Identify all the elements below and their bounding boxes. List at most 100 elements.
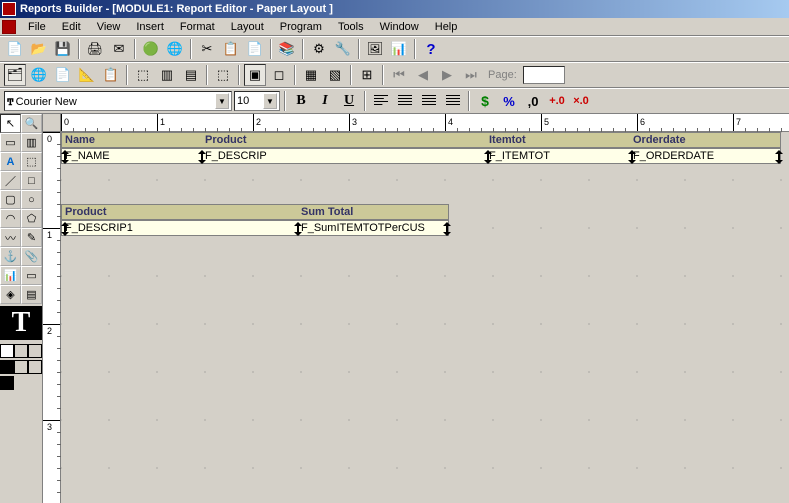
menu-layout[interactable]: Layout	[223, 19, 272, 35]
prev-page-button[interactable]: ◀	[412, 64, 434, 86]
new-button[interactable]: 📄	[4, 38, 26, 60]
paperdesign-view-button[interactable]: 📐	[76, 64, 98, 86]
fill-color-swatch[interactable]	[0, 344, 14, 358]
frame-group2[interactable]: Product Sum Total F_DESCRIP1 F_SumITEMTO…	[61, 204, 449, 236]
first-page-button[interactable]: ⏮	[388, 64, 410, 86]
confine-on-button[interactable]: ▣	[244, 64, 266, 86]
swatch[interactable]	[28, 360, 42, 374]
mail-button[interactable]: ✉	[108, 38, 130, 60]
polygon-tool[interactable]: ⬠	[21, 209, 42, 228]
wizard-button[interactable]: ⚙	[308, 38, 330, 60]
datamodel-view-button[interactable]: 🗂	[4, 64, 26, 86]
polyline-tool[interactable]: 〰	[0, 228, 21, 247]
weblayout-view-button[interactable]: 🌐	[28, 64, 50, 86]
field-descrip[interactable]: F_DESCRIP	[202, 149, 486, 163]
align-justify-button[interactable]	[442, 90, 464, 112]
font-family-combo[interactable]: ͳCourier New ▼	[4, 91, 232, 111]
ole-tool[interactable]: ◈	[0, 285, 21, 304]
chevron-down-icon[interactable]: ▼	[263, 93, 277, 109]
arc-tool[interactable]: ◠	[0, 209, 21, 228]
graph-tool[interactable]: 📊	[0, 266, 21, 285]
flex-off-button[interactable]: ⬚	[212, 64, 234, 86]
repeating-frame-tool[interactable]: ▥	[21, 133, 42, 152]
library-button[interactable]: 📚	[276, 38, 298, 60]
menu-tools[interactable]: Tools	[330, 19, 372, 35]
paperlayout-view-button[interactable]: 📄	[52, 64, 74, 86]
open-button[interactable]: 📂	[28, 38, 50, 60]
save-button[interactable]: 💾	[52, 38, 74, 60]
column-header-itemtot[interactable]: Itemtot	[486, 133, 630, 147]
field-itemtot[interactable]: F_ITEMTOT	[486, 149, 630, 163]
field-name[interactable]: F_NAME	[62, 149, 202, 163]
menu-insert[interactable]: Insert	[128, 19, 172, 35]
thousands-button[interactable]: ,0	[522, 90, 544, 112]
line-tool[interactable]: ／	[0, 171, 21, 190]
menu-view[interactable]: View	[89, 19, 129, 35]
column-header-product[interactable]: Product	[202, 133, 486, 147]
frame-tool[interactable]: ▭	[0, 133, 21, 152]
column-header-name[interactable]: Name	[62, 133, 202, 147]
help-button[interactable]: ?	[420, 38, 442, 60]
insert-chart-button[interactable]: 📊	[388, 38, 410, 60]
menu-program[interactable]: Program	[272, 19, 330, 35]
report-block-tool[interactable]: ▤	[21, 285, 42, 304]
menu-format[interactable]: Format	[172, 19, 223, 35]
field-tool[interactable]: ⬚	[21, 152, 42, 171]
underline-button[interactable]: U	[338, 90, 360, 112]
field-orderdate[interactable]: F_ORDERDATE	[630, 149, 780, 163]
align-center-button[interactable]	[394, 90, 416, 112]
header-section-button[interactable]: ⬚	[132, 64, 154, 86]
text-color-indicator[interactable]: T	[0, 306, 42, 340]
text-color-swatch[interactable]	[0, 376, 14, 390]
link-file-tool[interactable]: 📎	[21, 247, 42, 266]
add-decimal-button[interactable]: +.0	[546, 90, 568, 112]
field-sumitemtot[interactable]: F_SumITEMTOTPerCUS	[298, 221, 448, 235]
frame-group1[interactable]: Name Product Itemtot Orderdate F_NAME F_…	[61, 132, 781, 164]
menu-file[interactable]: File	[20, 19, 54, 35]
anchor-tool[interactable]: ⚓	[0, 247, 21, 266]
remove-decimal-button[interactable]: ×.0	[570, 90, 592, 112]
builder-button[interactable]: 🔧	[332, 38, 354, 60]
no-line-swatch[interactable]	[28, 344, 42, 358]
field-descrip1[interactable]: F_DESCRIP1	[62, 221, 298, 235]
text-tool[interactable]: A	[0, 152, 21, 171]
chevron-down-icon[interactable]: ▼	[215, 93, 229, 109]
no-fill-swatch[interactable]	[14, 344, 28, 358]
bold-button[interactable]: B	[290, 90, 312, 112]
additional-layout-button[interactable]: ⊞	[356, 64, 378, 86]
align-right-button[interactable]	[418, 90, 440, 112]
column-header-sumtotal[interactable]: Sum Total	[298, 205, 448, 219]
insert-image-button[interactable]: 🖼	[364, 38, 386, 60]
freehand-tool[interactable]: ✎	[21, 228, 42, 247]
paste-button[interactable]: 📄	[244, 38, 266, 60]
button-tool[interactable]: ▭	[21, 266, 42, 285]
magnify-tool[interactable]: 🔍	[21, 114, 42, 133]
percent-button[interactable]: %	[498, 90, 520, 112]
column-header-orderdate[interactable]: Orderdate	[630, 133, 780, 147]
italic-button[interactable]: I	[314, 90, 336, 112]
confine-off-button[interactable]: ◻	[268, 64, 290, 86]
select-tool[interactable]: ↖	[0, 114, 21, 133]
page-input[interactable]	[523, 66, 565, 84]
line-color-swatch[interactable]	[0, 360, 14, 374]
cut-button[interactable]: ✂	[196, 38, 218, 60]
rounded-rect-tool[interactable]: ▢	[0, 190, 21, 209]
menu-edit[interactable]: Edit	[54, 19, 89, 35]
last-page-button[interactable]: ⏭	[460, 64, 482, 86]
align-left-button[interactable]	[370, 90, 392, 112]
main-section-button[interactable]: ▥	[156, 64, 178, 86]
print-button[interactable]: 🖨	[84, 38, 106, 60]
rectangle-tool[interactable]: □	[21, 171, 42, 190]
parameter-view-button[interactable]: 📋	[100, 64, 122, 86]
swatch[interactable]	[14, 360, 28, 374]
column-header-product2[interactable]: Product	[62, 205, 298, 219]
ellipse-tool[interactable]: ○	[21, 190, 42, 209]
copy-button[interactable]: 📋	[220, 38, 242, 60]
next-page-button[interactable]: ▶	[436, 64, 458, 86]
menu-help[interactable]: Help	[427, 19, 466, 35]
layout-canvas[interactable]: Name Product Itemtot Orderdate F_NAME F_…	[61, 132, 789, 503]
font-size-combo[interactable]: 10 ▼	[234, 91, 280, 111]
run-button[interactable]: 🟢	[140, 38, 162, 60]
select-parent-button[interactable]: ▦	[300, 64, 322, 86]
currency-button[interactable]: $	[474, 90, 496, 112]
